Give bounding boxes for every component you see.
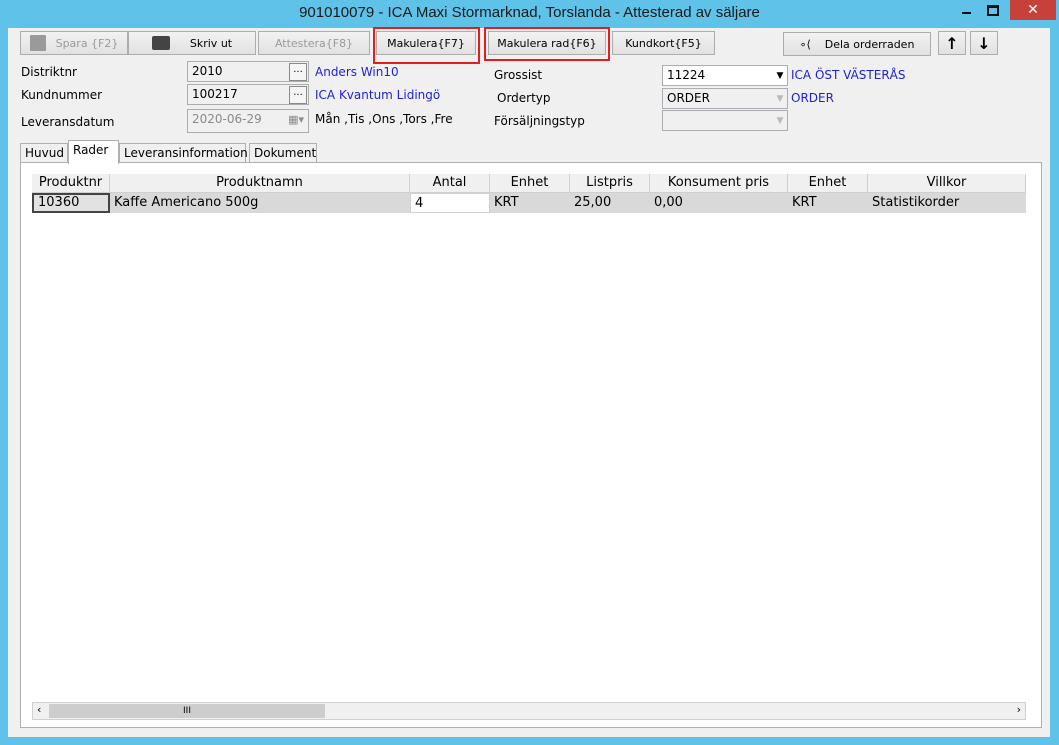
scroll-left-icon[interactable]: ‹	[37, 703, 41, 716]
cell-produktnamn[interactable]: Kaffe Americano 500g	[110, 193, 410, 213]
col-header-antal[interactable]: Antal	[410, 174, 490, 193]
app-window: 901010079 - ICA Maxi Stormarknad, Torsla…	[0, 0, 1059, 745]
grossist-name-link[interactable]: ICA ÖST VÄSTERÅS	[791, 68, 906, 82]
kund-name-link[interactable]: ICA Kvantum Lidingö	[315, 88, 440, 102]
kund-label: Kundnummer	[21, 88, 103, 102]
col-header-konsument-pris[interactable]: Konsument pris	[650, 174, 788, 193]
kund-browse-button[interactable]: ...	[289, 86, 307, 104]
highlight-box-makulera	[373, 27, 480, 64]
distrikt-label: Distriktnr	[21, 65, 77, 79]
grossist-value: 11224	[667, 68, 706, 82]
title-bar: 901010079 - ICA Maxi Stormarknad, Torsla…	[0, 0, 1059, 28]
ordertyp-name-link[interactable]: ORDER	[791, 91, 834, 105]
restore-icon	[987, 4, 999, 16]
cell-villkor[interactable]: Statistikorder	[868, 193, 1026, 213]
window-title: 901010079 - ICA Maxi Stormarknad, Torsla…	[299, 4, 760, 21]
horizontal-scrollbar[interactable]: ‹ III ›	[32, 702, 1026, 720]
cell-produktnr[interactable]: 10360	[32, 193, 110, 213]
kund-value: 100217	[192, 87, 238, 101]
save-button[interactable]: Spara {F2}	[20, 31, 128, 55]
dela-orderraden-label: Dela orderraden	[824, 37, 915, 51]
arrow-down-icon: ↓	[977, 33, 991, 53]
tab-huvud[interactable]: Huvud	[20, 143, 68, 162]
cell-konsument-pris[interactable]: 0,00	[650, 193, 788, 213]
leverans-date-field[interactable]: 2020-06-29 ▦▾	[187, 109, 309, 133]
cell-listpris[interactable]: 25,00	[570, 193, 650, 213]
forsaljning-label: Försäljningstyp	[494, 114, 585, 128]
ordertyp-value: ORDER	[667, 91, 710, 105]
print-button[interactable]: Skriv ut	[128, 31, 256, 55]
leverans-days: Mån ,Tis ,Ons ,Tors ,Fre	[315, 112, 453, 126]
col-header-produktnr[interactable]: Produktnr	[32, 174, 110, 193]
tab-dokument[interactable]: Dokument	[249, 143, 317, 162]
maximize-button[interactable]	[978, 0, 1008, 20]
printer-icon	[151, 36, 170, 50]
tab-rader[interactable]: Rader	[68, 140, 119, 164]
attest-button[interactable]: Attestera{F8}	[258, 31, 370, 55]
print-button-label: Skriv ut	[189, 36, 233, 50]
attest-button-label: Attestera{F8}	[274, 36, 354, 50]
chevron-down-icon: ▼	[776, 93, 784, 104]
col-header-enhet-2[interactable]: Enhet	[788, 174, 868, 193]
grossist-label: Grossist	[494, 68, 543, 82]
arrow-up-icon: ↑	[945, 33, 959, 53]
split-icon: ∘⟨	[799, 37, 811, 51]
col-header-listpris[interactable]: Listpris	[570, 174, 650, 193]
leverans-value: 2020-06-29	[192, 112, 262, 126]
highlight-box-makulera-rad	[484, 27, 610, 61]
cell-antal[interactable]: 4	[410, 193, 490, 213]
scroll-thumb-grip: III	[183, 706, 191, 716]
client-area: Spara {F2} Skriv ut Attestera{F8} Makule…	[8, 27, 1050, 737]
scroll-thumb[interactable]: III	[49, 704, 325, 718]
floppy-icon	[29, 35, 46, 51]
distrikt-value: 2010	[192, 64, 223, 78]
save-button-label: Spara {F2}	[55, 36, 119, 50]
cell-enhet-2[interactable]: KRT	[788, 193, 868, 213]
move-up-button[interactable]: ↑	[938, 31, 966, 55]
minimize-icon	[961, 12, 971, 14]
chevron-down-icon: ▼	[776, 70, 784, 81]
calendar-icon: ▦▾	[288, 113, 304, 126]
col-header-produktnamn[interactable]: Produktnamn	[110, 174, 410, 193]
cell-enhet[interactable]: KRT	[490, 193, 570, 213]
chevron-down-icon: ▼	[776, 115, 784, 126]
grossist-select[interactable]: 11224 ▼	[662, 65, 788, 86]
col-header-enhet[interactable]: Enhet	[490, 174, 570, 193]
scroll-right-icon[interactable]: ›	[1017, 703, 1021, 716]
distrikt-name-link[interactable]: Anders Win10	[315, 65, 399, 79]
leverans-label: Leveransdatum	[21, 115, 115, 129]
ordertyp-select[interactable]: ORDER ▼	[662, 88, 788, 109]
kundkort-button[interactable]: Kundkort{F5}	[612, 31, 715, 55]
tab-leveransinformation[interactable]: Leveransinformation	[119, 143, 248, 162]
close-button[interactable]: ✕	[1010, 0, 1056, 20]
distrikt-browse-button[interactable]: ...	[289, 63, 307, 81]
dela-orderraden-button[interactable]: ∘⟨ Dela orderraden	[783, 32, 931, 56]
ordertyp-label: Ordertyp	[497, 91, 551, 105]
rader-panel	[20, 162, 1042, 728]
kundkort-button-label: Kundkort{F5}	[625, 36, 702, 50]
forsaljning-select[interactable]: ▼	[662, 110, 788, 131]
close-icon: ✕	[1027, 2, 1039, 18]
col-header-villkor[interactable]: Villkor	[868, 174, 1026, 193]
move-down-button[interactable]: ↓	[970, 31, 998, 55]
